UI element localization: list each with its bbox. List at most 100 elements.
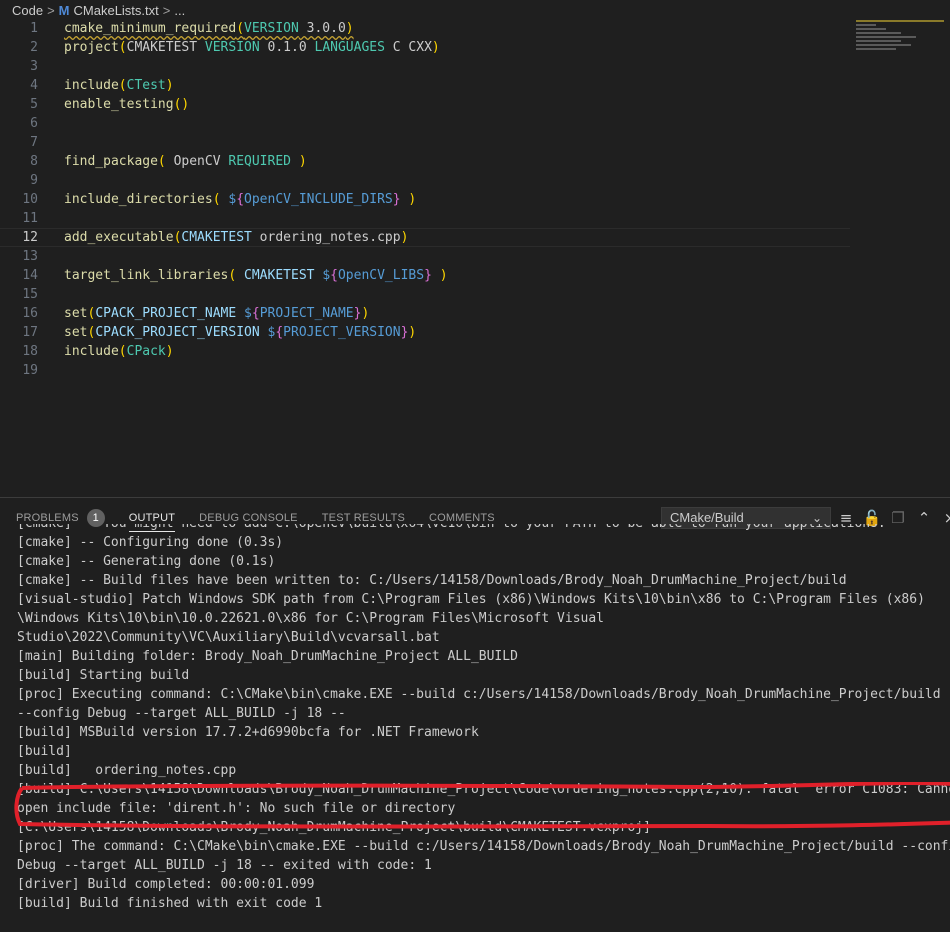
code-token: ( [118, 344, 127, 359]
code-line[interactable]: 1 cmake_minimum_required(VERSION 3.0.0) [0, 19, 850, 38]
code-line[interactable]: 4 include(CTest) [0, 76, 850, 95]
output-line: [driver] Build completed: 00:00:01.099 [17, 877, 315, 892]
code-line[interactable]: 7 [0, 133, 850, 152]
cmake-file-icon: M [58, 2, 70, 18]
code-token: set [64, 325, 88, 340]
code-token: ) [408, 192, 417, 207]
tab-label: DEBUG CONSOLE [199, 512, 298, 524]
code-token: set [64, 306, 88, 321]
breadcrumb-separator: > [162, 2, 171, 18]
code-token: ) [165, 78, 174, 93]
code-line[interactable]: 11 [0, 209, 850, 228]
output-line: [build] C:\Users\14158\Downloads\Brody_N… [17, 782, 950, 797]
output-line: Debug --target ALL_BUILD -j 18 -- exited… [17, 858, 432, 873]
code-text: include(CTest) [64, 76, 174, 95]
code-line[interactable]: 18 include(CPack) [0, 342, 850, 361]
breadcrumb-folder[interactable]: Code [12, 3, 43, 18]
code-token: LANGUAGES [314, 40, 385, 55]
code-token: CPack [126, 344, 166, 359]
breadcrumb-file[interactable]: CMakeLists.txt [74, 3, 159, 18]
code-token: find_package [64, 154, 158, 169]
code-line[interactable]: 5 enable_testing() [0, 95, 850, 114]
line-number: 19 [22, 363, 38, 378]
code-token: target_link_libraries [64, 268, 229, 283]
code-token: CTest [126, 78, 166, 93]
line-number: 10 [22, 192, 38, 207]
code-line[interactable]: 2 project(CMAKETEST VERSION 0.1.0 LANGUAG… [0, 38, 850, 57]
output-channel-value: CMake/Build [670, 510, 744, 525]
output-line: [build] Starting build [17, 668, 190, 683]
code-editor[interactable]: 1 cmake_minimum_required(VERSION 3.0.0) 2 p… [0, 19, 950, 497]
code-line[interactable]: 3 [0, 57, 850, 76]
line-number: 15 [22, 287, 38, 302]
code-token: { [251, 306, 260, 321]
code-token: ) [400, 230, 409, 245]
code-text: find_package( OpenCV REQUIRED ) [64, 152, 307, 171]
line-number: 2 [30, 40, 38, 55]
line-number: 9 [30, 173, 38, 188]
breadcrumb-separator: > [47, 2, 55, 18]
code-token: include [64, 344, 119, 359]
line-number: 1 [30, 21, 38, 36]
code-line[interactable]: 15 [0, 285, 850, 304]
breadcrumb-symbols[interactable]: ... [174, 3, 185, 18]
breadcrumb: Code > M CMakeLists.txt > ... [0, 0, 950, 20]
code-token: PROJECT_VERSION [283, 325, 401, 340]
code-line[interactable]: 19 [0, 361, 850, 380]
code-token: ( [118, 78, 127, 93]
code-token: CMAKETEST [181, 230, 252, 245]
code-token: VERSION [204, 40, 260, 55]
code-token: ordering_notes.cpp [251, 230, 401, 245]
output-line: [cmake] -- Generating done (0.1s) [17, 554, 276, 569]
code-text: set(CPACK_PROJECT_VERSION ${PROJECT_VERS… [64, 323, 416, 342]
code-token: ) [165, 344, 174, 359]
output-line: [main] Building folder: Brody_Noah_DrumM… [17, 649, 518, 664]
output-line: [C:\Users\14158\Downloads\Brody_Noah_Dru… [17, 820, 651, 835]
code-line[interactable]: 12 add_executable(CMAKETEST ordering_note… [0, 228, 850, 247]
minimap[interactable] [856, 20, 946, 60]
code-text: set(CPACK_PROJECT_NAME ${PROJECT_NAME}) [64, 304, 369, 323]
line-number: 6 [30, 116, 38, 131]
code-line[interactable]: 14 target_link_libraries( CMAKETEST ${Ope… [0, 266, 850, 285]
code-token: REQUIRED [228, 154, 291, 169]
code-token: OpenCV_INCLUDE_DIRS [244, 192, 393, 207]
code-token: } [392, 192, 401, 207]
code-token: CMAKETEST [244, 268, 315, 283]
code-token: 3.0.0 [298, 21, 346, 36]
code-token: CPACK_PROJECT_VERSION [95, 325, 260, 340]
code-text: target_link_libraries( CMAKETEST ${OpenC… [64, 266, 448, 285]
code-token: add_executable [64, 230, 174, 245]
output-line: [build] MSBuild version 17.7.2+d6990bcfa… [17, 725, 479, 740]
line-number: 11 [22, 211, 38, 226]
code-line[interactable]: 8 find_package( OpenCV REQUIRED ) [0, 152, 850, 171]
output-line: [cmake] -- Build files have been written… [17, 573, 847, 588]
code-token: ) [345, 21, 354, 36]
line-number: 17 [22, 325, 38, 340]
code-text: project(CMAKETEST VERSION 0.1.0 LANGUAGE… [64, 38, 440, 57]
line-number: 7 [30, 135, 38, 150]
code-token: ( [236, 21, 245, 36]
code-token: include [64, 78, 119, 93]
code-line[interactable]: 13 [0, 247, 850, 266]
code-token: ( [212, 192, 221, 207]
output-line: [cmake] -- Configuring done (0.3s) [17, 535, 284, 550]
code-token: ) [408, 325, 417, 340]
code-text: cmake_minimum_required(VERSION 3.0.0) [64, 19, 354, 38]
code-line[interactable]: 17 set(CPACK_PROJECT_VERSION ${PROJECT_VE… [0, 323, 850, 342]
code-line[interactable]: 6 [0, 114, 850, 133]
output-line: [visual-studio] Patch Windows SDK path f… [17, 592, 925, 607]
code-token: 0.1.0 [259, 40, 315, 55]
code-line[interactable]: 9 [0, 171, 850, 190]
code-token: C CXX [384, 40, 432, 55]
code-text: enable_testing() [64, 95, 189, 114]
tab-label: OUTPUT [128, 512, 176, 524]
output-line: [proc] The command: C:\CMake\bin\cmake.E… [17, 839, 950, 854]
code-line[interactable]: 16 set(CPACK_PROJECT_NAME ${PROJECT_NAME}… [0, 304, 850, 323]
output-log[interactable]: [cmake] -- You might need to add C:\open… [0, 524, 950, 932]
code-line[interactable]: 10 include_directories( ${OpenCV_INCLUDE_… [0, 190, 850, 209]
output-line: [build] ordering_notes.cpp [17, 763, 237, 778]
code-token: CPACK_PROJECT_NAME [95, 306, 237, 321]
code-token: $ [322, 268, 331, 283]
